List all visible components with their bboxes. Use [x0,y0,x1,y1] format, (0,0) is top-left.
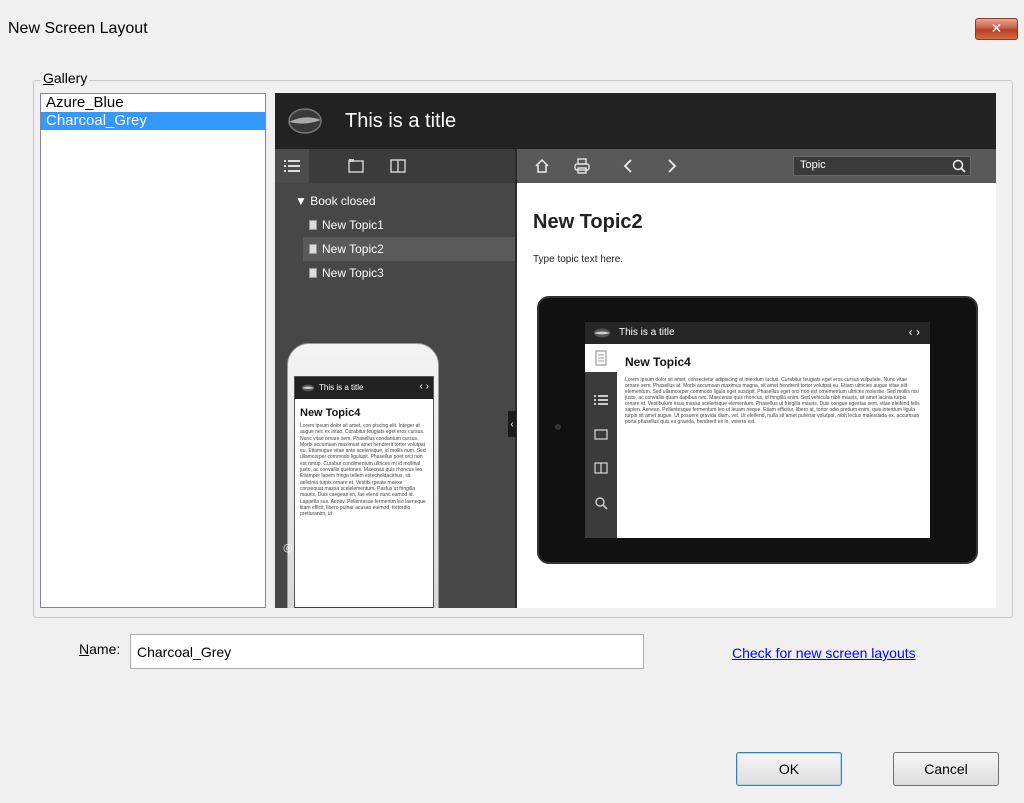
tree-topic: New Topic3 [275,261,515,285]
phone-mockup: This is a title ‹ › New Topic4 Lorem ips… [287,343,439,608]
toc-icon [275,149,309,183]
title-bar: New Screen Layout ✕ [0,0,1024,62]
close-button[interactable]: ✕ [975,18,1018,40]
gallery-list[interactable]: Azure_Blue Charcoal_Grey [40,93,266,608]
index-icon [594,429,608,440]
preview-topic-title: New Topic2 [533,211,643,233]
print-icon [571,156,593,176]
gallery-item-azure-blue[interactable]: Azure_Blue [41,94,265,112]
window-title: New Screen Layout [8,20,148,37]
document-icon [309,244,317,254]
preview-topic-body: Type topic text here. [533,254,624,265]
tablet-sidebar [585,344,617,538]
tablet-topic-body: Lorem ipsum dolor sit amet, consectetur … [625,377,920,425]
search-placeholder: Topic [800,159,826,171]
tree-topic-label: New Topic2 [322,242,384,256]
ok-button[interactable]: OK [736,752,842,786]
search-icon [595,497,608,510]
phone-topic-body: Lorem ipsum dolor sit amet, con piscing … [300,423,426,518]
tablet-header: This is a title ‹ › [585,322,930,344]
gallery-label: Gallery [41,70,90,86]
tablet-nav-arrows: ‹ › [908,325,920,339]
logo-icon [302,384,314,392]
phone-header: This is a title ‹ › [295,377,433,399]
close-icon: ✕ [990,21,1003,37]
gallery-mnemonic: G [43,70,54,86]
name-input[interactable] [130,634,644,669]
preview-content-pane: Topic New Topic2 Type topic text here. T… [517,149,996,608]
search-icon [952,159,966,173]
link-hover-label: ◎ Link hover [283,542,347,554]
phone-bottom-bar [295,607,433,608]
document-icon [309,220,317,230]
tree-topic-selected: New Topic2 [303,237,515,261]
tree-book: ▼ Book closed [295,194,376,208]
tree-topic-label: New Topic1 [322,218,384,232]
tablet-title: This is a title [619,327,675,338]
document-icon [309,268,317,278]
name-label: Name: [79,641,120,657]
glossary-icon [381,149,415,183]
preview-title: This is a title [345,110,457,132]
gallery-label-rest: allery [53,70,88,86]
preview-nav-pane: ▼ Book closed New Topic1 New Topic2 New … [275,149,515,608]
logo-icon [594,328,610,338]
toc-icon [594,395,608,405]
tree-topic-label: New Topic3 [322,266,384,280]
tablet-mockup: This is a title ‹ › New Topic4 Lorem ips… [537,296,978,564]
preview-toolbar: Topic [517,149,996,183]
cancel-button[interactable]: Cancel [893,752,999,786]
phone-screen: This is a title ‹ › New Topic4 Lorem ips… [294,376,434,608]
glossary-icon [594,462,608,474]
layout-preview: This is a title ▼ Book closed New Topic1… [275,93,996,608]
preview-nav-tabs [275,149,515,183]
previous-icon [617,156,639,176]
preview-search-box: Topic [793,156,971,176]
tablet-page-icon [585,344,617,372]
index-icon [339,149,373,183]
phone-topic-title: New Topic4 [300,407,361,419]
collapse-arrow-icon: ‹ [508,411,516,437]
preview-toc-tree: ▼ Book closed New Topic1 New Topic2 New … [275,189,515,285]
name-mnemonic: N [79,641,90,657]
tablet-camera [555,424,561,430]
phone-nav-arrows: ‹ › [419,381,429,392]
preview-header: This is a title [275,93,996,149]
logo-icon [288,108,322,134]
check-new-layouts-link[interactable]: Check for new screen layouts [732,645,916,661]
tree-topic: New Topic1 [275,213,515,237]
tablet-topic-title: New Topic4 [625,355,691,369]
phone-title: This is a title [319,383,364,392]
gallery-item-charcoal-grey[interactable]: Charcoal_Grey [41,112,265,130]
home-icon [531,156,553,176]
next-icon [661,156,683,176]
name-label-rest: ame: [89,641,121,657]
tablet-screen: This is a title ‹ › New Topic4 Lorem ips… [585,322,930,538]
